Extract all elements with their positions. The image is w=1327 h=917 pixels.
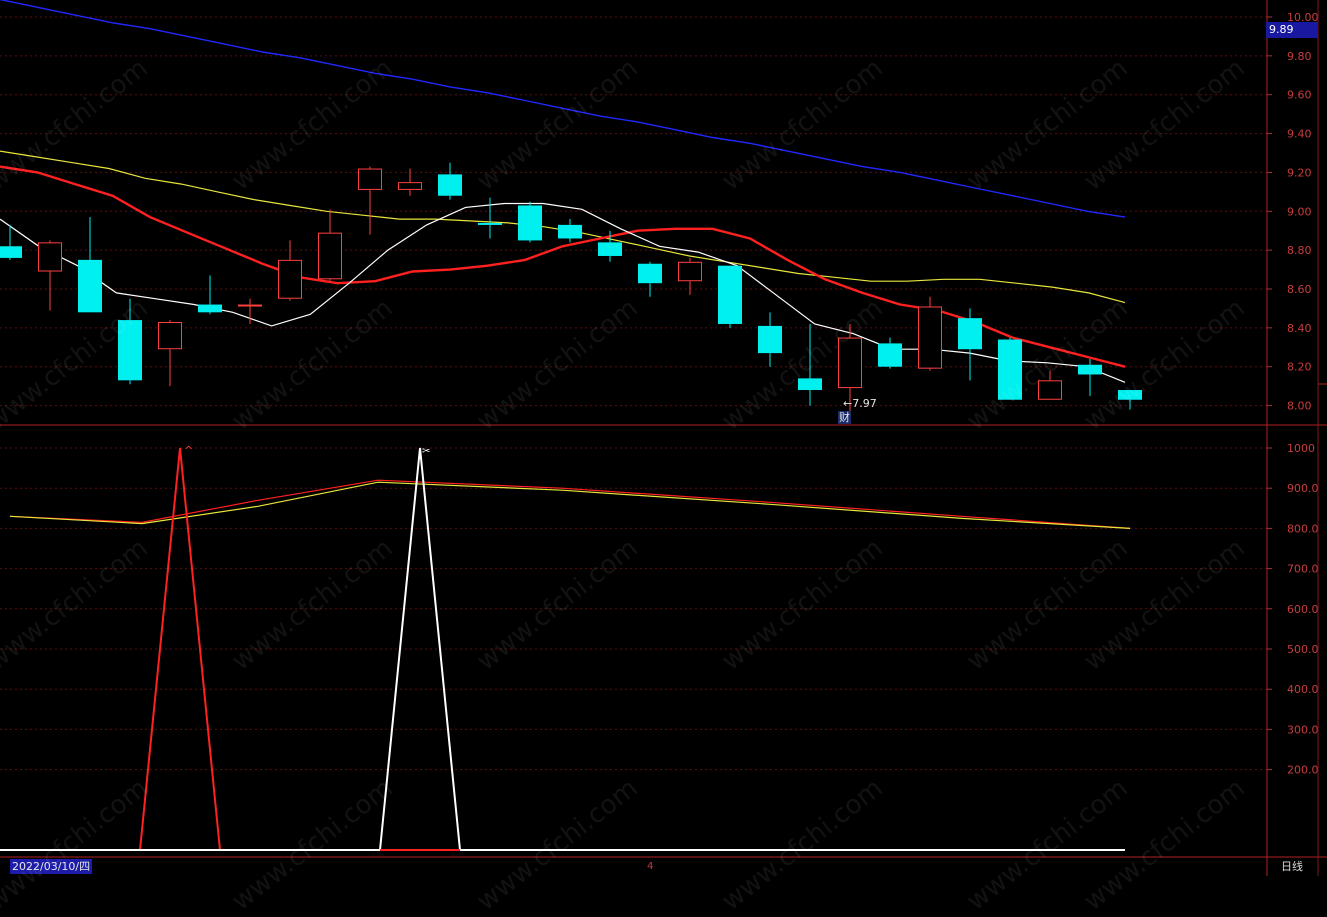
candle-body: [358, 168, 382, 190]
price-tick-label: 8.80: [1287, 244, 1312, 257]
candle-body: [38, 242, 62, 272]
price-tick-label: 9.40: [1287, 128, 1312, 141]
price-tick-label: 8.20: [1287, 361, 1312, 374]
indicator-tick-label: 800.0: [1287, 522, 1319, 535]
candle-body: [1118, 390, 1142, 400]
price-tick-label: 9.80: [1287, 50, 1312, 63]
candle: [518, 201, 542, 243]
candle-body: [278, 259, 302, 299]
candle: [758, 312, 782, 367]
indicator-tick-label: 700.0: [1287, 563, 1319, 576]
candle-body: [598, 242, 622, 256]
candle: [558, 219, 582, 243]
candle-body: [158, 322, 182, 350]
grid-lines: [0, 16, 1267, 771]
candle-body: [318, 232, 342, 280]
candle: [358, 166, 382, 235]
candle-body: [878, 343, 902, 367]
candle-body: [438, 174, 462, 196]
price-tick-label: 8.00: [1287, 400, 1312, 413]
candle-body: [678, 261, 702, 282]
candle: [1038, 370, 1062, 400]
candle-body: [118, 320, 142, 381]
candle: [918, 296, 942, 371]
spike-marker-red: ^: [184, 444, 193, 457]
price-tick-label: 8.60: [1287, 283, 1312, 296]
candle-body: [838, 337, 862, 389]
candle: [1118, 390, 1142, 410]
indicator-line-0: [9, 479, 1131, 529]
axes: 10.009.809.609.409.209.008.808.608.408.2…: [0, 0, 1327, 876]
candle-body: [238, 304, 262, 307]
candle: [238, 298, 262, 324]
price-tick-label: 9.20: [1287, 166, 1312, 179]
ma-blue-path: [0, 0, 1126, 218]
candle: [118, 298, 142, 385]
candle-body: [918, 306, 942, 369]
candle-body: [478, 222, 502, 225]
indicator-tick-label: 400.0: [1287, 683, 1319, 696]
price-tick-label: 8.40: [1287, 322, 1312, 335]
candle: [78, 217, 102, 313]
candle-body: [1038, 380, 1062, 400]
indicator-tick-label: 300.0: [1287, 723, 1319, 736]
chart-canvas: ^ ✂ 10.009.809.609.409.209.008.808.608.40…: [0, 0, 1327, 876]
candle-body: [798, 378, 822, 391]
period-selector[interactable]: 日线: [1281, 859, 1303, 874]
candle-body: [998, 339, 1022, 400]
month-marker: 4: [647, 861, 654, 872]
event-marker[interactable]: 财: [838, 411, 851, 424]
candle: [1078, 358, 1102, 396]
candle-body: [0, 246, 22, 258]
candle: [318, 209, 342, 282]
candle: [958, 308, 982, 381]
candle-body: [638, 263, 662, 284]
indicator-panel: ^ ✂: [0, 444, 1131, 851]
candle: [0, 224, 22, 260]
candle: [198, 275, 222, 315]
candle: [718, 265, 742, 328]
indicator-tick-label: 200.0: [1287, 764, 1319, 777]
candle: [798, 323, 822, 406]
candlestick-series: [0, 162, 1142, 412]
candle: [278, 240, 302, 301]
low-price-annotation: ←7.97: [843, 397, 877, 410]
indicator-tick-label: 900.0: [1287, 482, 1319, 495]
candle: [638, 261, 662, 297]
candle-body: [758, 325, 782, 354]
candle-body: [718, 265, 742, 324]
price-tick-label: 9.00: [1287, 205, 1312, 218]
cursor-date-label: 2022/03/10/四: [10, 859, 93, 874]
candle: [438, 162, 462, 200]
last-price-badge: 9.89: [1266, 22, 1318, 38]
candle-body: [958, 318, 982, 350]
candle-body: [558, 224, 582, 239]
indicator-tick-label: 500.0: [1287, 643, 1319, 656]
candle: [158, 320, 182, 387]
indicator-tick-label: 1000: [1287, 442, 1315, 455]
indicator-tick-label: 600.0: [1287, 603, 1319, 616]
candle-body: [1078, 364, 1102, 375]
candle-body: [78, 259, 102, 313]
candle: [878, 337, 902, 369]
candle: [998, 337, 1022, 400]
candle-body: [398, 182, 422, 190]
price-tick-label: 9.60: [1287, 89, 1312, 102]
candle-body: [518, 205, 542, 241]
ma-blue-line: [0, 0, 1126, 218]
candle: [38, 240, 62, 311]
spike-marker-white: ✂: [422, 446, 430, 457]
candle-body: [198, 304, 222, 313]
